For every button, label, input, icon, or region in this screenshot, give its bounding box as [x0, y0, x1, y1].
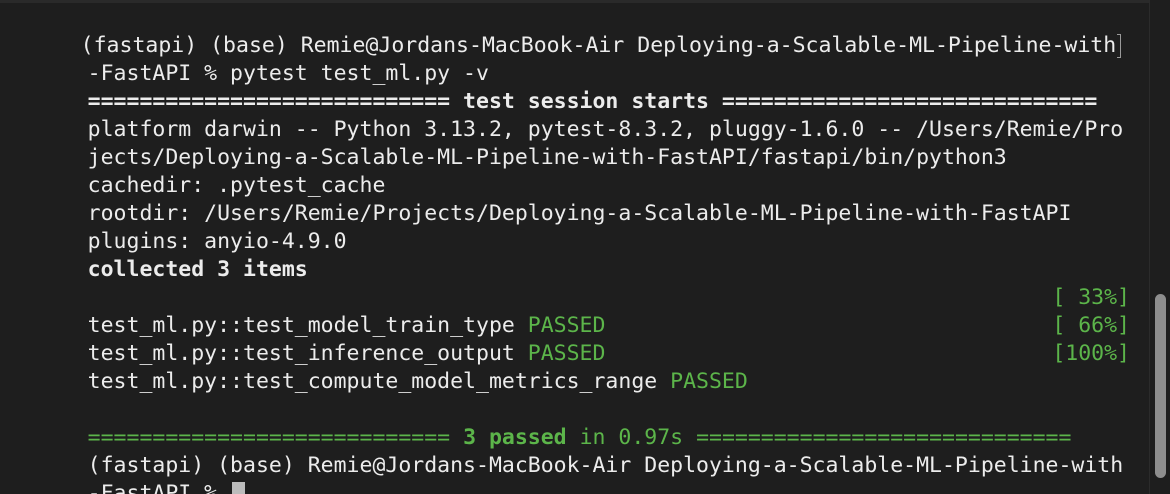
prompt-line: (fastapi) (base) Remie@Jordans-MacBook-A… — [3, 4, 1130, 58]
rootdir-line: rootdir: /Users/Remie/Projects/Deploying… — [10, 172, 1130, 226]
cachedir-line: cachedir: .pytest_cache — [10, 144, 1130, 198]
text-cursor[interactable] — [232, 481, 246, 494]
active-prompt-line[interactable]: -FastAPI % — [10, 452, 1130, 494]
test-progress: [ 66%] — [1052, 313, 1130, 338]
plugins-line: plugins: anyio-4.9.0 — [10, 200, 1130, 254]
test-progress: [100%] — [1052, 341, 1130, 366]
prompt-text: -FastAPI % — [87, 481, 231, 494]
terminal-window[interactable]: (fastapi) (base) Remie@Jordans-MacBook-A… — [0, 0, 1170, 494]
terminal-output: (fastapi) (base) Remie@Jordans-MacBook-A… — [10, 4, 1130, 494]
collected-line: collected 3 items — [10, 228, 1130, 282]
prompt-line: (fastapi) (base) Remie@Jordans-MacBook-A… — [10, 424, 1130, 478]
test-result-row: test_ml.py::test_compute_model_metrics_r… — [10, 340, 1130, 394]
platform-line: platform darwin -- Python 3.13.2, pytest… — [10, 88, 1130, 142]
summary-line: ============================ 3 passed in… — [10, 396, 1130, 450]
command-line: -FastAPI % pytest test_ml.py -v — [10, 32, 1130, 86]
scrollbar-track[interactable] — [1149, 0, 1170, 494]
test-progress: [ 33%] — [1052, 285, 1130, 310]
test-result-row: test_ml.py::test_inference_output PASSED… — [10, 312, 1130, 366]
test-result-row: test_ml.py::test_model_train_type PASSED… — [10, 284, 1130, 338]
session-header: ============================ test sessio… — [10, 60, 1130, 114]
scrollbar-thumb[interactable] — [1155, 294, 1166, 478]
platform-line-wrap: jects/Deploying-a-Scalable-ML-Pipeline-w… — [10, 116, 1130, 170]
top-edge — [0, 0, 1170, 3]
